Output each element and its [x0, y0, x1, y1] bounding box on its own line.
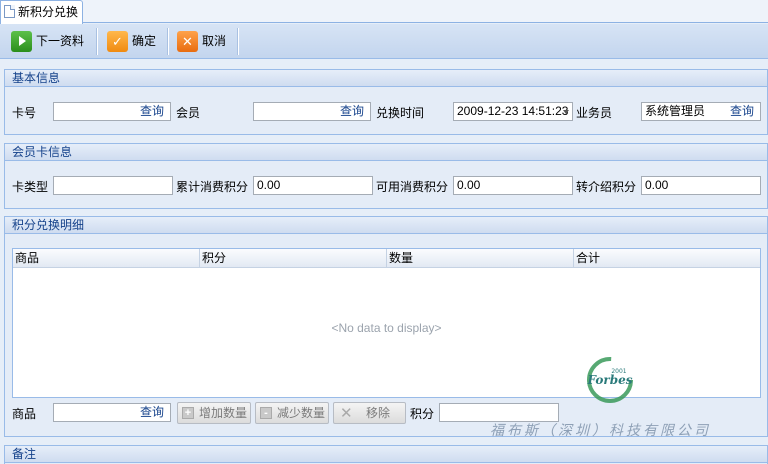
toolbar-separator — [96, 28, 98, 55]
card-type-label: 卡类型 — [12, 180, 49, 194]
company-watermark: 福布斯（深圳）科技有限公司 — [490, 423, 711, 439]
available-points-label: 可用消费积分 — [376, 180, 449, 194]
grid-header: 商品 积分 数量 合计 — [13, 249, 760, 268]
add-quantity-label: 增加数量 — [199, 406, 248, 420]
page-icon — [4, 5, 15, 18]
reduce-quantity-label: 减少数量 — [277, 406, 326, 420]
column-header-quantity[interactable]: 数量 — [387, 249, 574, 267]
member-label: 会员 — [176, 106, 201, 120]
remove-button[interactable]: ✕ 移除 — [333, 402, 406, 424]
confirm-label: 确定 — [132, 34, 157, 48]
total-points-field[interactable]: 0.00 — [253, 176, 373, 195]
forbes-logo: Forbes 2001 — [587, 357, 633, 403]
product-field[interactable]: 查询 — [53, 403, 171, 422]
forbes-logo-text: Forbes — [587, 373, 633, 387]
reduce-quantity-button[interactable]: - 减少数量 — [255, 402, 329, 424]
available-points-value: 0.00 — [457, 178, 481, 192]
member-query-button[interactable]: 查询 — [340, 103, 364, 120]
play-icon — [11, 31, 32, 52]
confirm-button[interactable]: ✓ 确定 — [102, 27, 162, 56]
minus-icon: - — [260, 407, 272, 419]
card-number-label: 卡号 — [12, 106, 37, 120]
toolbar-separator — [237, 28, 239, 55]
tab-label: 新积分兑换 — [18, 5, 79, 19]
tab-bar: 新积分兑换 — [0, 0, 768, 24]
staff-label: 业务员 — [576, 106, 613, 120]
points-label: 积分 — [410, 407, 435, 421]
panel-header: 基本信息 — [5, 70, 767, 87]
panel-header: 会员卡信息 — [5, 144, 767, 161]
available-points-field[interactable]: 0.00 — [453, 176, 573, 195]
staff-value: 系统管理员 — [645, 104, 706, 118]
referral-points-value: 0.00 — [645, 178, 669, 192]
panel-header: 备注 — [5, 446, 767, 463]
close-icon: ✕ — [177, 31, 198, 52]
cancel-button[interactable]: ✕ 取消 — [172, 27, 234, 56]
card-type-field[interactable] — [53, 176, 173, 195]
staff-field[interactable]: 系统管理员 查询 — [641, 102, 761, 121]
basic-info-panel: 基本信息 卡号 查询 会员 查询 兑换时间 2009-12-23 14:51:2… — [4, 69, 768, 135]
member-card-panel: 会员卡信息 卡类型 累计消费积分 0.00 可用消费积分 0.00 转介绍积分 … — [4, 143, 768, 209]
exchange-time-label: 兑换时间 — [376, 106, 425, 120]
column-header-product[interactable]: 商品 — [13, 249, 200, 267]
next-record-label: 下一资料 — [36, 34, 85, 48]
toolbar: 下一资料 ✓ 确定 ✕ 取消 — [0, 24, 768, 59]
total-points-label: 累计消费积分 — [176, 180, 249, 194]
exchange-detail-panel: 积分兑换明细 商品 积分 数量 合计 <No data to display> … — [4, 216, 768, 437]
checkmark-icon: ✓ — [107, 31, 128, 52]
cross-icon: ✕ — [340, 405, 353, 422]
exchange-time-value: 2009-12-23 14:51:23 — [457, 104, 569, 118]
total-points-value: 0.00 — [257, 178, 281, 192]
exchange-time-picker[interactable]: 2009-12-23 14:51:23 — [453, 102, 573, 121]
member-field[interactable]: 查询 — [253, 102, 371, 121]
plus-icon: + — [182, 407, 194, 419]
forbes-logo-year: 2001 — [611, 368, 626, 375]
toolbar-separator — [167, 28, 169, 55]
panel-header: 积分兑换明细 — [5, 217, 767, 234]
cancel-label: 取消 — [202, 34, 227, 48]
tab-new-points-exchange[interactable]: 新积分兑换 — [0, 0, 83, 24]
remarks-panel: 备注 — [4, 445, 768, 464]
card-query-button[interactable]: 查询 — [140, 103, 164, 120]
empty-grid-message: <No data to display> — [331, 321, 442, 335]
column-header-total[interactable]: 合计 — [574, 249, 760, 267]
referral-points-field[interactable]: 0.00 — [641, 176, 761, 195]
dropdown-arrow-icon[interactable] — [563, 110, 569, 114]
column-header-points[interactable]: 积分 — [200, 249, 387, 267]
next-record-button[interactable]: 下一资料 — [6, 27, 92, 56]
product-query-button[interactable]: 查询 — [140, 404, 164, 421]
product-label: 商品 — [12, 407, 37, 421]
staff-query-button[interactable]: 查询 — [730, 103, 754, 120]
referral-points-label: 转介绍积分 — [576, 180, 637, 194]
add-quantity-button[interactable]: + 增加数量 — [177, 402, 251, 424]
card-number-field[interactable]: 查询 — [53, 102, 171, 121]
remove-label: 移除 — [366, 406, 391, 420]
exchange-detail-grid[interactable]: 商品 积分 数量 合计 <No data to display> — [12, 248, 761, 398]
